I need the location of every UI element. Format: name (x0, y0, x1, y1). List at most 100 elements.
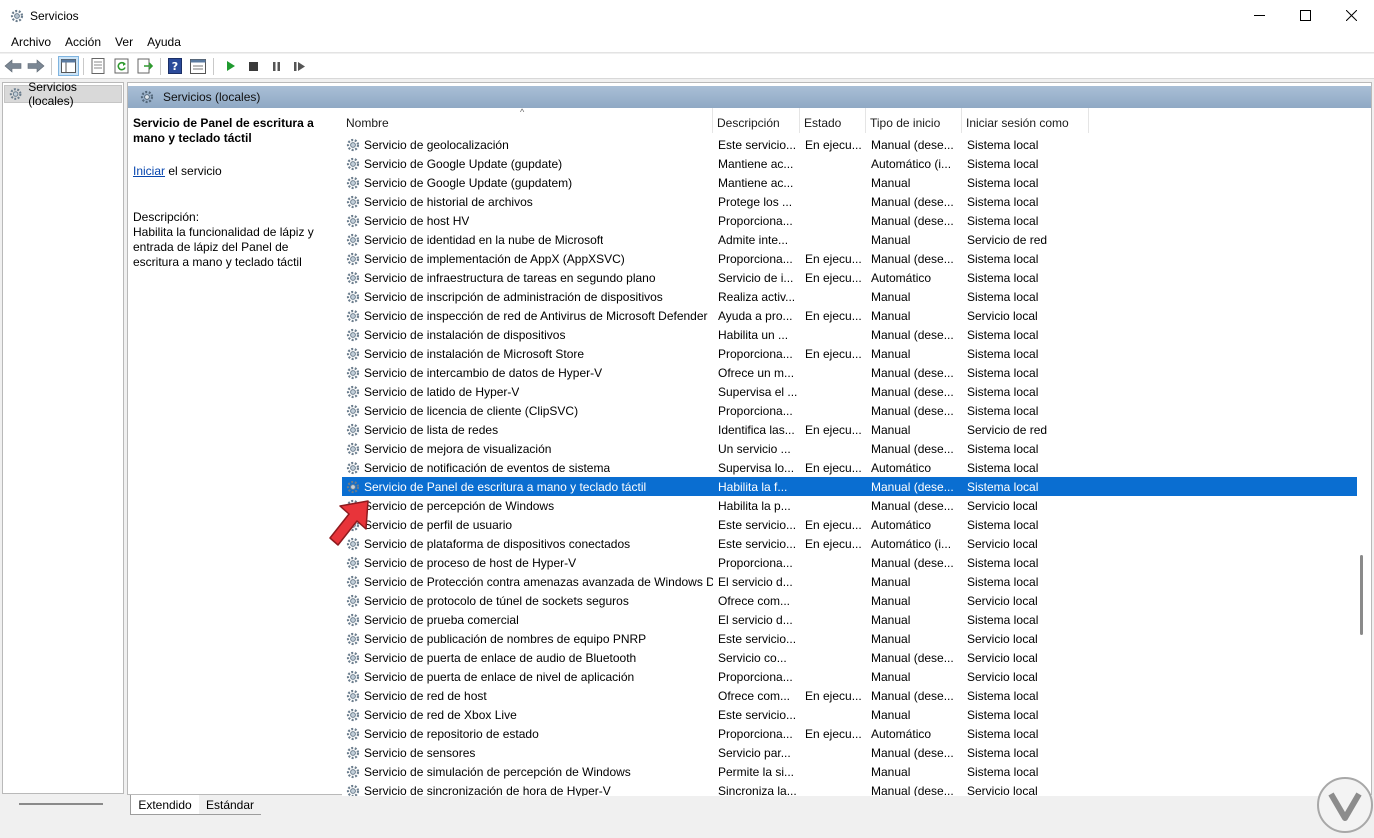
service-description: Proporciona... (718, 669, 793, 684)
table-row[interactable]: Servicio de puerta de enlace de audio de… (342, 648, 1357, 667)
table-row[interactable]: Servicio de inscripción de administració… (342, 287, 1357, 306)
service-name: Servicio de Protección contra amenazas a… (364, 574, 713, 589)
table-row[interactable]: Servicio de publicación de nombres de eq… (342, 629, 1357, 648)
column-header-description[interactable]: Descripción (713, 108, 800, 133)
service-description: Supervisa lo... (718, 460, 795, 475)
service-name: Servicio de perfil de usuario (364, 517, 513, 532)
service-gear-icon (346, 461, 360, 474)
table-row[interactable]: Servicio de repositorio de estado Proporc… (342, 724, 1357, 743)
minimize-button[interactable] (1236, 0, 1282, 31)
service-description: Ofrece com... (718, 688, 791, 703)
column-header-state[interactable]: Estado (800, 108, 866, 133)
table-row[interactable]: Servicio de plataforma de dispositivos c… (342, 534, 1357, 553)
service-description: Este servicio... (718, 517, 797, 532)
show-console-tree-button[interactable] (58, 56, 79, 76)
column-header-logon-as[interactable]: Iniciar sesión como (962, 108, 1089, 133)
pause-service-button[interactable] (267, 57, 285, 75)
table-row[interactable]: Servicio de instalación de dispositivos H… (342, 325, 1357, 344)
forward-button[interactable] (27, 57, 45, 75)
service-startup-type: Manual (dese... (871, 498, 954, 513)
service-name-cell: Servicio de inscripción de administració… (342, 289, 713, 305)
refresh-button[interactable] (113, 57, 131, 75)
service-name-cell: Servicio de Panel de escritura a mano y … (342, 479, 713, 495)
service-startup-type: Manual (dese... (871, 650, 954, 665)
show-action-pane-button[interactable] (189, 57, 207, 75)
menu-ayuda[interactable]: Ayuda (140, 35, 188, 49)
vertical-scrollbar-thumb[interactable] (1360, 555, 1363, 635)
status-bar (0, 816, 1374, 838)
service-name: Servicio de Google Update (gupdatem) (364, 175, 573, 190)
restart-service-button[interactable] (290, 57, 308, 75)
table-row[interactable]: Servicio de instalación de Microsoft Sto… (342, 344, 1357, 363)
service-startup-type: Manual (dese... (871, 745, 954, 760)
table-row[interactable]: Servicio de red de host Ofrece com... En e… (342, 686, 1357, 705)
service-name-cell: Servicio de sensores (342, 745, 713, 761)
service-description: Mantiene ac... (718, 175, 794, 190)
close-button[interactable] (1328, 0, 1374, 31)
services-list: Nombre ^ Descripción Estado Tipo de inici… (342, 108, 1357, 796)
tab-extended[interactable]: Extendido (130, 795, 200, 815)
table-row[interactable]: Servicio de Protección contra amenazas a… (342, 572, 1357, 591)
table-row[interactable]: Servicio de inspección de red de Antivir… (342, 306, 1357, 325)
service-name-cell: Servicio de notificación de eventos de s… (342, 460, 713, 476)
table-row[interactable]: Servicio de protocolo de túnel de socket… (342, 591, 1357, 610)
export-list-button[interactable] (136, 57, 154, 75)
table-row[interactable]: Servicio de notificación de eventos de s… (342, 458, 1357, 477)
start-service-button[interactable] (221, 57, 239, 75)
tree-item-services-local[interactable]: Servicios (locales) (4, 80, 122, 108)
table-row[interactable]: Servicio de Google Update (gupdatem) Mant… (342, 173, 1357, 192)
menu-ver[interactable]: Ver (108, 35, 140, 49)
back-button[interactable] (4, 57, 22, 75)
table-row[interactable]: Servicio de licencia de cliente (ClipSVC… (342, 401, 1357, 420)
service-logon-as: Sistema local (967, 365, 1039, 380)
table-row[interactable]: Servicio de sincronización de hora de Hy… (342, 781, 1357, 796)
service-name: Servicio de instalación de dispositivos (364, 327, 566, 342)
start-service-link[interactable]: Iniciar (133, 164, 165, 178)
column-header-name[interactable]: Nombre ^ (342, 108, 713, 133)
service-gear-icon (346, 404, 360, 417)
table-row[interactable]: Servicio de red de Xbox Live Este servici… (342, 705, 1357, 724)
help-button[interactable]: ? (166, 57, 184, 75)
table-row[interactable]: Servicio de lista de redes Identifica las… (342, 420, 1357, 439)
table-row[interactable]: Servicio de sensores Servicio par... Manua… (342, 743, 1357, 762)
service-description: Este servicio... (718, 536, 797, 551)
watermark-logo-icon (1317, 777, 1373, 833)
service-startup-type: Manual (dese... (871, 479, 954, 494)
table-row[interactable]: Servicio de percepción de Windows Habilit… (342, 496, 1357, 515)
table-row[interactable]: Servicio de Google Update (gupdate) Manti… (342, 154, 1357, 173)
table-row[interactable]: Servicio de geolocalización Este servicio… (342, 135, 1357, 154)
service-name: Servicio de intercambio de datos de Hype… (364, 365, 603, 380)
menu-archivo[interactable]: Archivo (4, 35, 58, 49)
table-row[interactable]: Servicio de implementación de AppX (AppX… (342, 249, 1357, 268)
table-row[interactable]: Servicio de simulación de percepción de … (342, 762, 1357, 781)
service-name: Servicio de historial de archivos (364, 194, 533, 209)
maximize-button[interactable] (1282, 0, 1328, 31)
table-row[interactable]: Servicio de identidad en la nube de Micr… (342, 230, 1357, 249)
tree-horizontal-scrollbar[interactable] (19, 803, 103, 805)
table-row[interactable]: Servicio de latido de Hyper-V Supervisa e… (342, 382, 1357, 401)
table-row[interactable]: Servicio de host HV Proporciona... Manual … (342, 211, 1357, 230)
service-description: Protege los ... (718, 194, 793, 209)
table-row[interactable]: Servicio de infraestructura de tareas en… (342, 268, 1357, 287)
service-state: En ejecu... (805, 460, 862, 475)
table-row[interactable]: Servicio de intercambio de datos de Hype… (342, 363, 1357, 382)
table-row[interactable]: Servicio de Panel de escritura a mano y … (342, 477, 1357, 496)
service-description: Supervisa el ... (718, 384, 798, 399)
table-row[interactable]: Servicio de puerta de enlace de nivel de… (342, 667, 1357, 686)
service-name: Servicio de instalación de Microsoft Sto… (364, 346, 585, 361)
main-pane: Servicios (locales) Servicio de Panel de… (127, 82, 1372, 796)
service-name-cell: Servicio de protocolo de túnel de socket… (342, 593, 713, 609)
properties-button[interactable] (89, 57, 107, 75)
service-logon-as: Sistema local (967, 194, 1039, 209)
service-gear-icon (346, 632, 360, 645)
column-header-startup-type[interactable]: Tipo de inicio (866, 108, 962, 133)
table-row[interactable]: Servicio de historial de archivos Protege… (342, 192, 1357, 211)
stop-service-button[interactable] (244, 57, 262, 75)
menu-accion[interactable]: Acción (58, 35, 108, 49)
table-row[interactable]: Servicio de proceso de host de Hyper-V Pr… (342, 553, 1357, 572)
tab-standard[interactable]: Estándar (199, 795, 261, 815)
table-row[interactable]: Servicio de prueba comercial El servicio … (342, 610, 1357, 629)
table-row[interactable]: Servicio de perfil de usuario Este servic… (342, 515, 1357, 534)
service-logon-as: Sistema local (967, 555, 1039, 570)
table-row[interactable]: Servicio de mejora de visualización Un se… (342, 439, 1357, 458)
